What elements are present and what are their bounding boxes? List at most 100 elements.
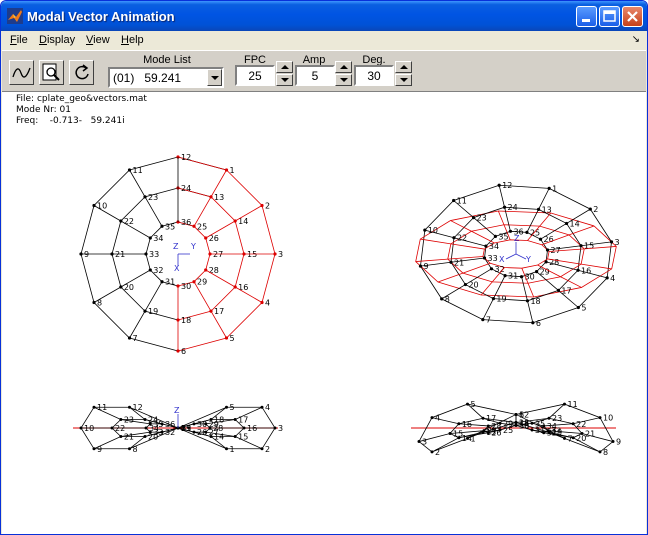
top-node-label: 13 [214,193,224,202]
top-node-label: 31 [165,278,175,287]
front-axis-label-z: Z [174,406,180,415]
zoom-button[interactable] [39,60,64,85]
side-view-node [417,440,421,444]
top-node-label: 12 [181,153,191,162]
top-node-label: 16 [238,283,248,292]
iso-node-label: 9 [423,262,428,271]
minimize-button[interactable] [576,6,597,27]
top-spoke [205,269,263,303]
top-node-label: 28 [209,266,219,275]
front-view-node-label: 9 [97,445,102,454]
minimize-icon [582,19,590,22]
side-view-node-label: 35 [535,419,545,428]
side-view-node-label: 4 [435,414,440,423]
front-view-node-label: 5 [230,403,235,412]
front-view-node-label: 32 [165,428,175,437]
side-view-node [547,416,551,420]
menu-display[interactable]: Display [39,34,75,46]
front-view-node [92,447,96,451]
iso-node-label: 7 [486,316,491,325]
amp-input[interactable]: 5 [295,65,335,86]
side-view-node-label: 16 [462,420,472,429]
side-view-node [498,421,502,425]
top-node-label: 19 [148,307,158,316]
top-node [160,280,164,284]
iso-node-label: 31 [508,272,518,281]
front-view-node-label: 10 [84,424,94,433]
iso-node-label: 30 [525,273,535,282]
side-view-node [598,416,602,420]
iso-spoke [545,261,608,279]
deg-decrease-button[interactable] [395,74,412,86]
side-view-node [571,422,575,426]
front-view-node [204,430,208,434]
close-icon [627,11,638,22]
fpc-input[interactable]: 25 [235,65,275,86]
amp-decrease-button[interactable] [335,74,352,86]
deg-input[interactable]: 30 [354,65,394,86]
iso-axis-label-x: X [499,255,505,264]
menu-view[interactable]: View [86,34,110,46]
front-view-node [128,447,131,451]
iso-node-label: 10 [428,226,438,235]
side-view-node [466,402,469,406]
mode-selected-value: (01) 59.241 [113,71,182,85]
fpc-increase-button[interactable] [276,61,293,73]
fpc-decrease-button[interactable] [276,74,293,86]
iso-node-label: 6 [536,319,541,328]
iso-node-label: 2 [593,205,598,214]
front-view-node-label: 22 [115,424,125,433]
side-view-node [514,420,518,424]
top-node-label: 4 [265,299,270,308]
close-button[interactable] [622,6,643,27]
front-view-node-label: 36 [165,420,175,429]
mode-list-select[interactable]: (01) 59.241 [108,67,224,88]
iso-axis-y [515,253,527,260]
iso-spoke-deformed [480,267,505,296]
chevron-down-icon[interactable] [207,69,222,86]
mode-list-label: Mode List [143,54,191,66]
menu-file[interactable]: File [10,34,28,46]
side-view-node [448,432,452,436]
plot-curve-button[interactable] [9,60,34,85]
front-view-node-label: 15 [238,432,248,441]
maximize-button[interactable] [599,6,620,27]
front-view-node [119,434,123,438]
toolbar: Mode List (01) 59.241 FPC 25 Amp 5 Deg. … [2,50,646,92]
front-view-node-label: 1 [230,445,235,454]
menu-help[interactable]: Help [121,34,144,46]
front-view-node-label: 4 [265,403,270,412]
front-view-node-label: 12 [133,403,143,412]
mode-shape-views: 1234567891011121314151617181920212223242… [73,153,621,457]
side-view-node [563,402,566,406]
top-node-label: 1 [230,166,235,175]
top-node-label: 34 [153,234,163,243]
rotate-button[interactable] [69,60,94,85]
menu-dock-arrow-icon[interactable]: ↘ [632,34,640,45]
title-bar[interactable]: Modal Vector Animation [1,1,647,31]
top-node-label: 7 [133,334,138,343]
top-node-label: 24 [181,184,191,193]
side-view-node-label: 21 [585,430,595,439]
top-node-label: 27 [213,250,223,259]
side-view-node [530,428,534,432]
iso-spoke [441,268,492,300]
amp-increase-button[interactable] [335,61,352,73]
front-view-node-label: 16 [247,424,257,433]
iso-node [547,186,551,190]
front-view-node [119,418,123,422]
application-window: Modal Vector Animation File Display View… [0,0,648,535]
axis-label-x: X [174,264,180,273]
top-node [204,268,208,272]
magnifier-icon [42,63,60,81]
iso-view: 1234567891011121314151617181920212223242… [415,181,620,328]
side-view-node [457,422,461,426]
deg-increase-button[interactable] [395,61,412,73]
front-view-node [192,430,196,434]
side-view-node-label: 3 [422,438,427,447]
front-view-node [160,422,164,426]
side-view-node [530,421,534,425]
side-view-node-label: 9 [616,438,621,447]
plot-canvas[interactable]: File: cplate_geo&vectors.mat Mode Nr: 01… [2,92,646,534]
front-view-node [225,447,228,451]
